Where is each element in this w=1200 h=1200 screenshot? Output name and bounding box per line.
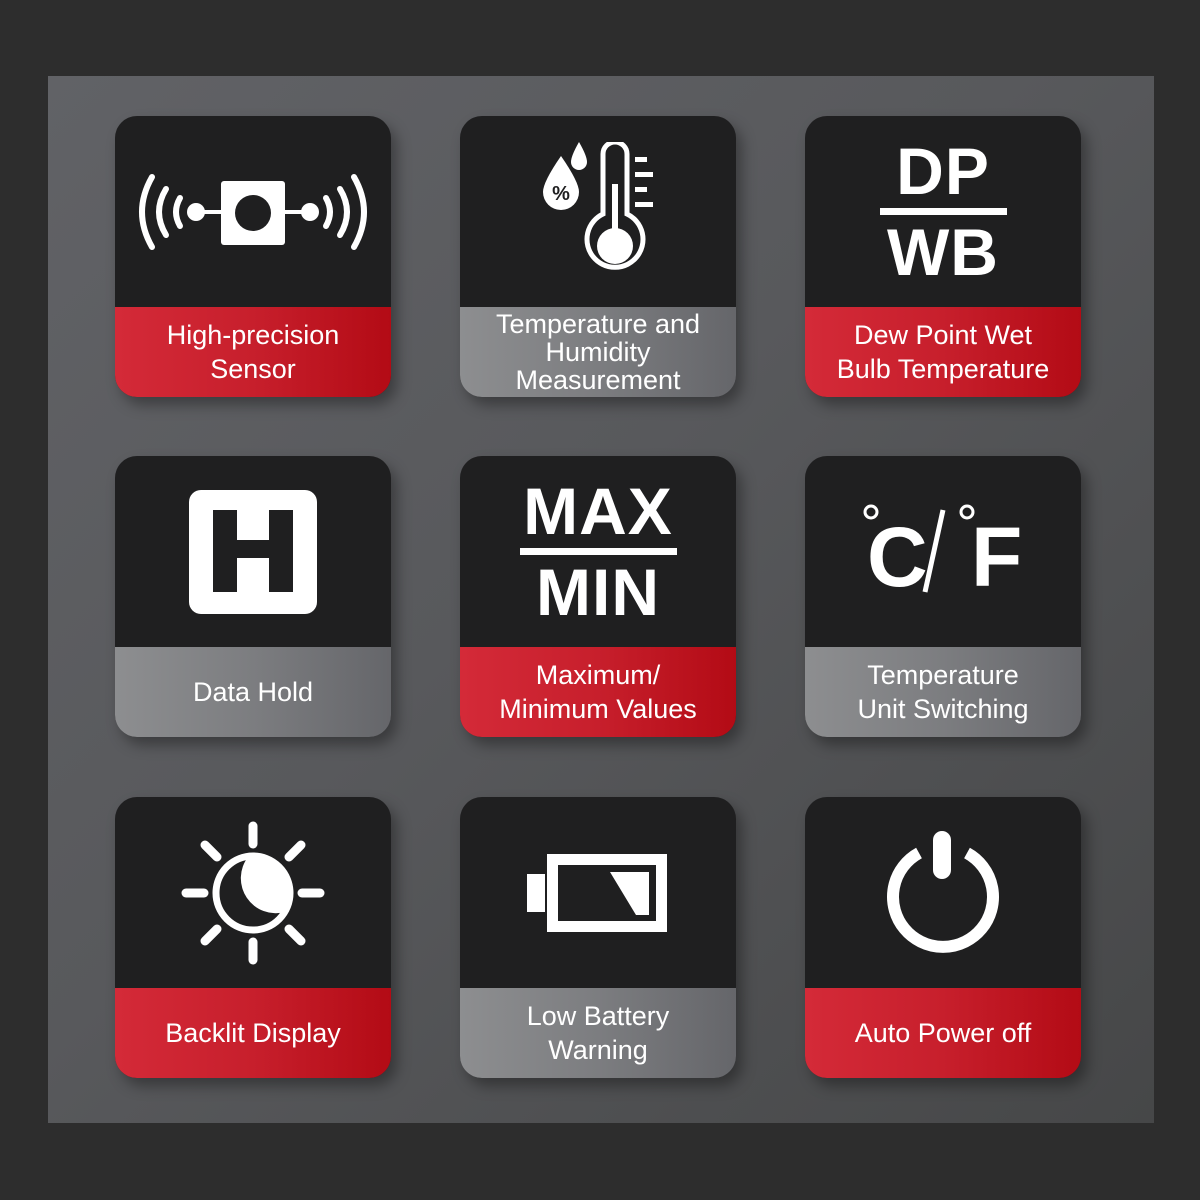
feature-tile-max-min: MAX MIN Maximum/ Minimum Values — [460, 456, 736, 737]
feature-label: Data Hold — [115, 647, 391, 737]
feature-label: Dew Point Wet Bulb Temperature — [805, 307, 1081, 397]
thermometer-humidity-icon: % — [543, 141, 653, 270]
sensor-signal-icon — [139, 173, 367, 250]
celsius-fahrenheit-icon: C F — [863, 504, 1022, 599]
feature-label: Auto Power off — [805, 988, 1081, 1078]
feature-panel: High-precision Sensor % Temperature and — [48, 76, 1154, 1123]
feature-label: Backlit Display — [115, 988, 391, 1078]
fraction-bar — [879, 208, 1007, 215]
feature-label: Low Battery Warning — [460, 988, 736, 1078]
feature-tile-dew-point: DP WB Dew Point Wet Bulb Temperature — [805, 116, 1081, 397]
max-min-icon: MAX MIN — [519, 478, 677, 625]
feature-tile-unit-switch: C F Temperature Unit Switching — [805, 456, 1081, 737]
svg-text:C: C — [867, 510, 928, 599]
feature-tile-low-battery: Low Battery Warning — [460, 797, 736, 1078]
hold-h-icon — [189, 489, 317, 614]
feature-tile-backlight: Backlit Display — [115, 797, 391, 1078]
power-icon — [887, 830, 999, 953]
feature-tile-auto-power-off: Auto Power off — [805, 797, 1081, 1078]
svg-text:%: % — [552, 183, 570, 205]
sun-moon-icon — [181, 821, 325, 964]
feature-tile-data-hold: Data Hold — [115, 456, 391, 737]
feature-tile-sensor: High-precision Sensor — [115, 116, 391, 397]
feature-label: Temperature Unit Switching — [805, 647, 1081, 737]
feature-tile-temperature-humidity: % Temperature and Humidity Measurement — [460, 116, 736, 397]
feature-label: Maximum/ Minimum Values — [460, 647, 736, 737]
svg-text:F: F — [971, 510, 1022, 599]
dp-wb-icon: DP WB — [879, 138, 1007, 285]
feature-label: High-precision Sensor — [115, 307, 391, 397]
fraction-bar — [519, 548, 677, 555]
feature-label: Temperature and Humidity Measurement — [460, 307, 736, 397]
low-battery-icon — [527, 853, 667, 932]
